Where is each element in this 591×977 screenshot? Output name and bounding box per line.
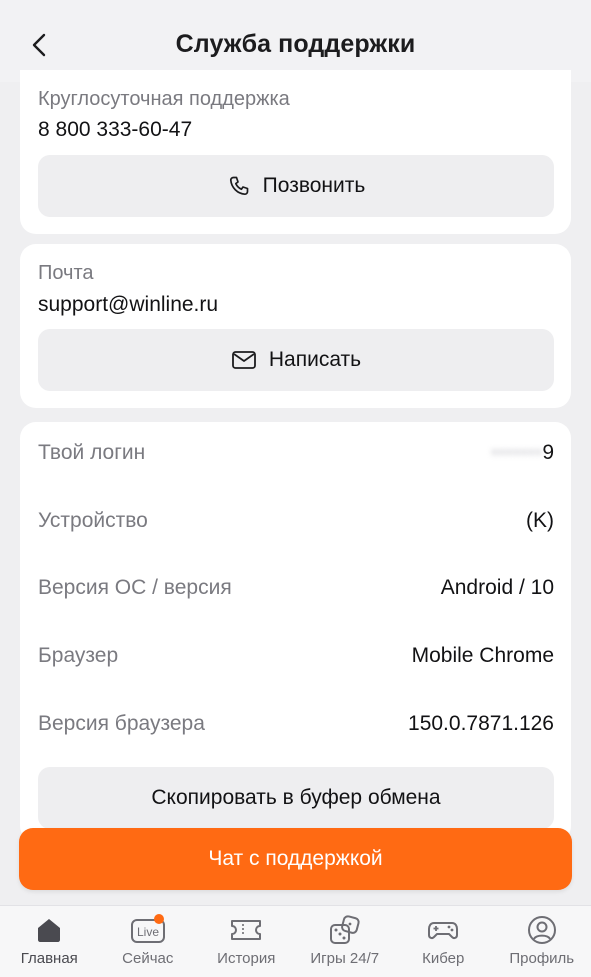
device-info-card: Твой логин •••••••9 Устройство (K) Верси… — [20, 422, 571, 842]
info-row-login: Твой логин •••••••9 — [38, 438, 554, 468]
tab-history[interactable]: История — [199, 912, 293, 967]
call-button[interactable]: Позвонить — [38, 155, 554, 217]
profile-icon — [524, 912, 560, 948]
support-email: support@winline.ru — [38, 293, 219, 316]
page-title: Служба поддержки — [175, 29, 416, 58]
tab-games[interactable]: Игры 24/7 — [298, 912, 392, 967]
phone-support-card: Круглосуточная поддержка 8 800 333-60-47… — [20, 70, 571, 234]
write-button-label: Написать — [268, 348, 362, 371]
mail-label: Почта — [38, 262, 94, 284]
write-button[interactable]: Написать — [38, 329, 554, 391]
phone-support-label: Круглосуточная поддержка — [38, 88, 290, 110]
info-value-login: •••••••9 — [490, 441, 554, 464]
info-value: Mobile Chrome — [411, 644, 554, 667]
chat-button-label: Чат с поддержкой — [208, 847, 383, 870]
info-row-os: Версия ОС / версия Android / 10 — [38, 573, 554, 603]
tab-label: История — [217, 950, 276, 967]
mail-support-card: Почта support@winline.ru Написать — [20, 244, 571, 408]
call-button-label: Позвонить — [262, 174, 366, 197]
tab-profile[interactable]: Профиль — [495, 912, 589, 967]
ticket-icon — [228, 912, 264, 948]
tab-home[interactable]: Главная — [2, 912, 96, 967]
tab-live[interactable]: Live Сейчас — [101, 912, 195, 967]
live-indicator-dot — [153, 914, 164, 924]
tab-cyber[interactable]: Кибер — [396, 912, 490, 967]
info-key: Устройство — [38, 509, 148, 532]
tab-label: Кибер — [422, 950, 465, 967]
tab-label: Сейчас — [122, 950, 174, 967]
back-button[interactable] — [26, 30, 52, 60]
tab-label: Профиль — [509, 950, 575, 967]
phone-icon — [229, 176, 249, 196]
info-key: Твой логин — [38, 441, 146, 464]
info-key: Версия ОС / версия — [38, 576, 232, 599]
info-value: Android / 10 — [440, 576, 554, 599]
bottom-tab-bar: Главная Live Сейчас История Игры 24/7 Ки… — [0, 905, 591, 977]
info-value: (K) — [526, 509, 554, 532]
info-key: Браузер — [38, 644, 119, 667]
live-icon: Live — [130, 912, 166, 948]
home-icon — [31, 912, 67, 948]
tab-label: Главная — [20, 950, 78, 967]
mail-icon — [231, 351, 256, 369]
support-chat-button[interactable]: Чат с поддержкой — [19, 828, 572, 890]
svg-text:Live: Live — [137, 925, 159, 939]
dice-icon — [327, 912, 363, 948]
hidden-login-mask: ••••••• — [490, 441, 543, 464]
phone-number: 8 800 333-60-47 — [38, 118, 193, 141]
copy-button-label: Скопировать в буфер обмена — [151, 786, 441, 809]
copy-to-clipboard-button[interactable]: Скопировать в буфер обмена — [38, 767, 554, 829]
chevron-left-icon — [32, 33, 46, 57]
info-key: Версия браузера — [38, 712, 205, 735]
info-row-device: Устройство (K) — [38, 506, 554, 536]
gamepad-icon — [425, 912, 461, 948]
info-value: 150.0.7871.126 — [408, 712, 554, 735]
info-row-browser-version: Версия браузера 150.0.7871.126 — [38, 709, 554, 739]
info-row-browser: Браузер Mobile Chrome — [38, 641, 554, 671]
tab-label: Игры 24/7 — [310, 950, 380, 967]
